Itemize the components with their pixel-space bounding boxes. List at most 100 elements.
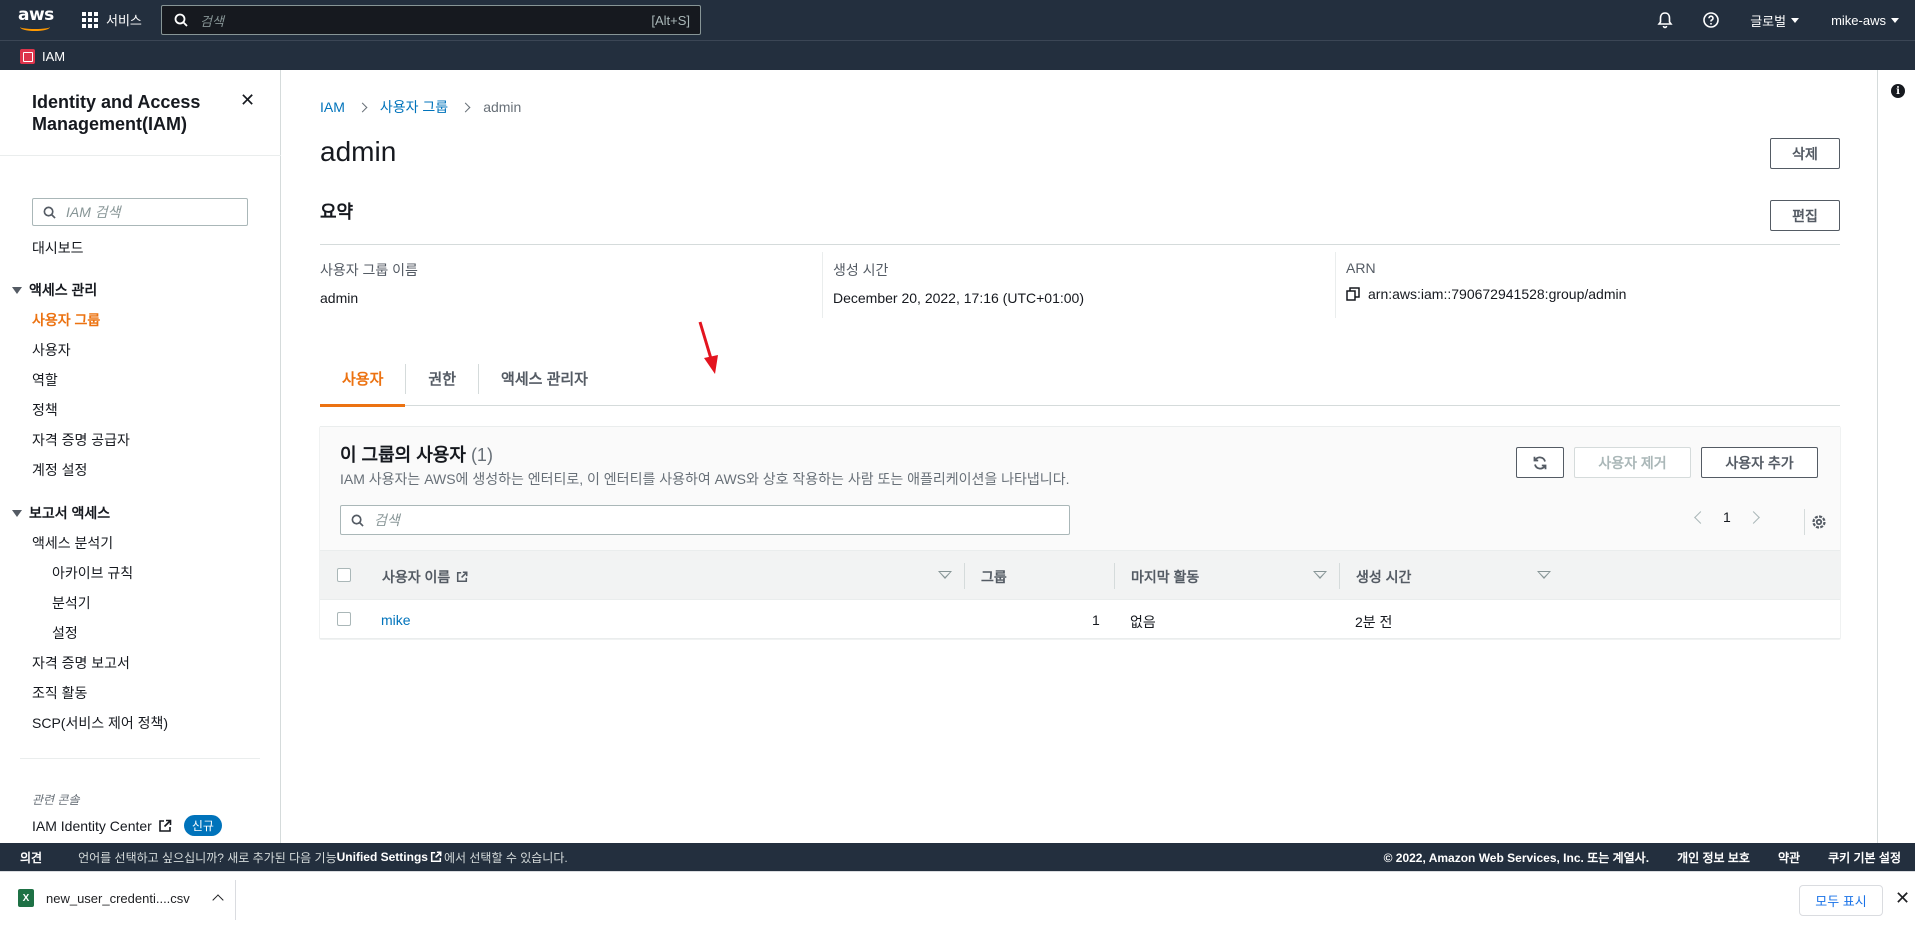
unified-settings-link[interactable]: Unified Settings	[337, 850, 428, 864]
user-groups-count: 1	[1092, 612, 1100, 628]
grid-icon	[82, 11, 98, 28]
column-label: 그룹	[981, 569, 1007, 585]
users-search-input[interactable]: 검색	[340, 505, 1070, 535]
refresh-icon	[1533, 456, 1547, 469]
show-all-button[interactable]: 모두 표시	[1799, 885, 1883, 916]
column-resizer[interactable]	[964, 563, 965, 589]
iam-service-label: IAM	[42, 49, 66, 64]
page-title: admin	[320, 136, 397, 167]
external-link-icon	[159, 819, 172, 832]
bell-icon[interactable]	[1656, 11, 1674, 29]
created-value: December 20, 2022, 17:16 (UTC+01:00)	[833, 290, 1084, 306]
breadcrumb-iam[interactable]: IAM	[320, 99, 345, 115]
info-icon[interactable]: i	[1891, 84, 1905, 98]
help-icon[interactable]	[1702, 11, 1720, 29]
sidebar-item-policies[interactable]: 정책	[32, 400, 58, 420]
feedback-link[interactable]: 의견	[20, 849, 42, 866]
sidebar-item-credential-report[interactable]: 자격 증명 보고서	[32, 653, 130, 673]
copy-icon[interactable]	[1346, 287, 1360, 301]
help-panel-rail: i	[1877, 70, 1915, 843]
sidebar-search-input[interactable]: IAM 검색	[32, 198, 248, 226]
services-menu-button[interactable]: 서비스	[82, 10, 142, 29]
row-checkbox[interactable]	[337, 612, 351, 626]
summary-arn: ARN arn:aws:iam::790672941528:group/admi…	[1346, 260, 1626, 326]
sidebar-section-access-reports[interactable]: 보고서 액세스	[12, 503, 110, 523]
add-users-button[interactable]: 사용자 추가	[1701, 447, 1818, 478]
delete-button[interactable]: 삭제	[1770, 138, 1840, 169]
table-row: mike 1 없음 2분 전	[320, 600, 1840, 639]
section-label: 액세스 관리	[29, 282, 98, 298]
divider	[20, 758, 260, 759]
close-icon[interactable]: ✕	[1895, 888, 1910, 909]
aws-logo[interactable]: aws	[18, 6, 54, 34]
chevron-up-icon[interactable]	[212, 894, 224, 906]
sidebar-item-analyzer-settings[interactable]: 설정	[52, 623, 78, 643]
tab-access-advisor[interactable]: 액세스 관리자	[479, 352, 610, 406]
sidebar-section-access-management[interactable]: 액세스 관리	[12, 280, 97, 300]
sidebar-item-access-analyzer[interactable]: 액세스 분석기	[32, 533, 113, 553]
current-page[interactable]: 1	[1723, 509, 1731, 525]
chevron-right-icon	[357, 102, 368, 112]
column-header-last-activity[interactable]: 마지막 활동	[1131, 567, 1199, 587]
search-icon	[351, 514, 364, 527]
sidebar-item-users[interactable]: 사용자	[32, 340, 71, 360]
column-header-groups[interactable]: 그룹	[981, 567, 1007, 587]
sidebar-item-account-settings[interactable]: 계정 설정	[32, 460, 87, 480]
expand-icon	[12, 286, 22, 294]
services-label: 서비스	[106, 13, 142, 28]
select-all-checkbox[interactable]	[337, 568, 351, 582]
sidebar-item-identity-providers[interactable]: 자격 증명 공급자	[32, 430, 130, 450]
excel-file-icon: X	[18, 889, 34, 907]
main-content: IAM 사용자 그룹 admin admin 삭제 요약 편집 사용자 그룹 이…	[282, 70, 1877, 843]
aws-smile-icon	[20, 23, 50, 31]
column-header-username[interactable]: 사용자 이름	[382, 567, 468, 587]
user-name-link[interactable]: mike	[381, 612, 411, 628]
account-menu[interactable]: mike-aws	[1831, 13, 1899, 28]
cookie-preferences-link[interactable]: 쿠키 기본 설정	[1828, 849, 1901, 866]
section-label: 보고서 액세스	[29, 505, 111, 521]
column-header-created[interactable]: 생성 시간	[1356, 567, 1411, 587]
summary-heading: 요약	[320, 202, 354, 222]
column-resizer[interactable]	[1114, 563, 1115, 589]
related-consoles-label: 관련 콘솔	[32, 793, 80, 807]
group-name-label: 사용자 그룹 이름	[320, 262, 418, 278]
iam-service-shortcut[interactable]: IAM	[20, 49, 65, 64]
sidebar-item-analyzers[interactable]: 분석기	[52, 593, 91, 613]
tab-users[interactable]: 사용자	[320, 352, 406, 407]
chevron-left-icon[interactable]	[1694, 510, 1707, 524]
sidebar-item-scp[interactable]: SCP(서비스 제어 정책)	[32, 713, 168, 733]
column-label: 사용자 이름	[382, 569, 451, 585]
sidebar-item-dashboard[interactable]: 대시보드	[32, 238, 84, 258]
sidebar-item-organization-activity[interactable]: 조직 활동	[32, 683, 87, 703]
edit-button[interactable]: 편집	[1770, 200, 1840, 231]
summary-group-name: 사용자 그룹 이름 admin	[320, 260, 418, 326]
sidebar-item-user-groups[interactable]: 사용자 그룹	[32, 310, 100, 330]
sidebar-item-archive-rules[interactable]: 아카이브 규칙	[52, 563, 133, 583]
download-item[interactable]: X new_user_credenti....csv	[18, 889, 224, 907]
breadcrumb-user-groups[interactable]: 사용자 그룹	[380, 97, 448, 117]
pagination: 1	[1694, 509, 1760, 525]
region-menu[interactable]: 글로벌	[1750, 11, 1800, 30]
sidebar-item-roles[interactable]: 역할	[32, 370, 58, 390]
column-resizer[interactable]	[1339, 563, 1340, 589]
sidebar-search-placeholder: IAM 검색	[66, 204, 121, 220]
iam-service-icon	[20, 49, 35, 64]
terms-link[interactable]: 약관	[1778, 849, 1800, 866]
close-icon[interactable]: ✕	[240, 90, 255, 111]
remove-users-button[interactable]: 사용자 제거	[1574, 447, 1691, 478]
sort-icon[interactable]	[1537, 571, 1551, 579]
users-search-placeholder: 검색	[374, 512, 400, 528]
privacy-link[interactable]: 개인 정보 보호	[1677, 849, 1750, 866]
sort-icon[interactable]	[1313, 571, 1327, 579]
created-label: 생성 시간	[833, 262, 889, 278]
sort-icon[interactable]	[938, 571, 952, 579]
global-search-input[interactable]: 검색 [Alt+S]	[161, 5, 701, 35]
gear-icon[interactable]	[1810, 513, 1828, 531]
identity-center-label: IAM Identity Center	[32, 817, 152, 834]
refresh-button[interactable]	[1516, 447, 1564, 478]
tab-permissions[interactable]: 권한	[406, 352, 478, 406]
divider	[1335, 252, 1336, 318]
chevron-right-icon[interactable]	[1746, 510, 1760, 524]
search-icon	[43, 206, 56, 219]
identity-center-link[interactable]: IAM Identity Center 신규	[32, 815, 222, 836]
